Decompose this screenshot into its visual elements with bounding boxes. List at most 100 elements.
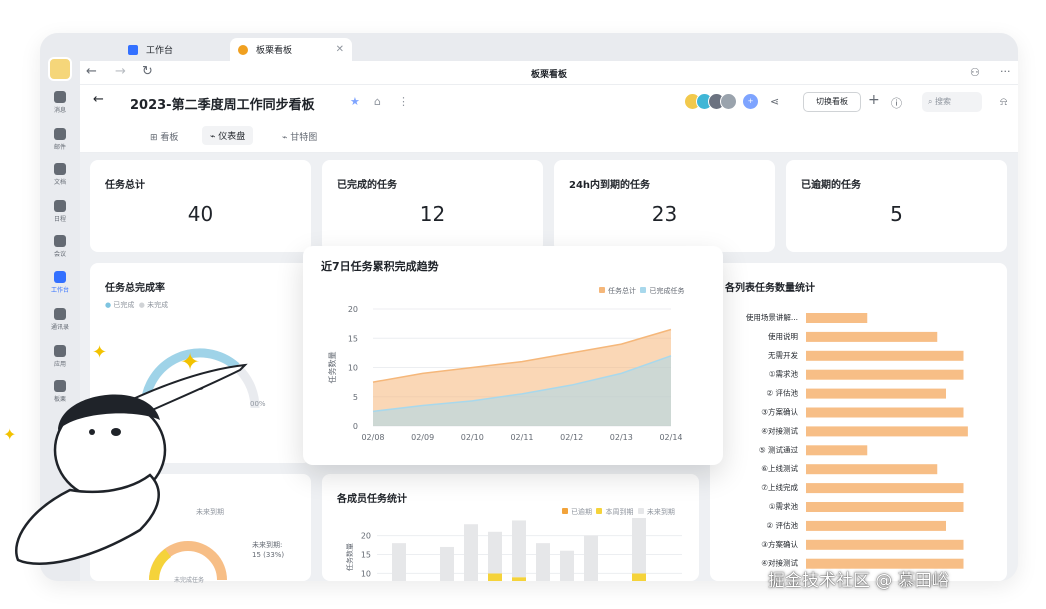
search-input[interactable]: ⌕ 搜索 [922, 92, 982, 112]
bar[interactable] [806, 369, 964, 380]
bar-segment[interactable] [584, 535, 598, 581]
add-member-icon[interactable]: ⚇ [970, 66, 980, 79]
bar-segment[interactable] [512, 577, 526, 581]
bar[interactable] [806, 539, 964, 550]
tab-label: 工作台 [146, 46, 174, 56]
legend-swatch [599, 287, 605, 293]
bar[interactable] [806, 502, 964, 512]
legend-swatch [637, 508, 644, 514]
bar-segment[interactable] [464, 524, 478, 581]
legend-undone: 未完成 [147, 301, 169, 309]
tab-kanban-view[interactable]: ⊞ 看板 [150, 130, 178, 143]
legend-done: 已完成 [113, 301, 135, 309]
bar-segment[interactable] [392, 543, 406, 581]
legend-total: 任务总计 [608, 287, 636, 295]
kpi-value: 5 [890, 202, 903, 226]
rail-item[interactable]: 通讯录 [40, 308, 80, 331]
bar[interactable] [806, 388, 946, 399]
card-title: 各成员任务统计 [337, 494, 407, 505]
bar-label: ③方案确认 [761, 539, 798, 549]
bar-segment[interactable] [560, 550, 574, 581]
view-tabs: ⊞ 看板 ⌁ 仪表盘 ⌁ 甘特图 [80, 119, 1018, 153]
page-title: 2023-第二季度周工作同步看板 [130, 98, 315, 113]
bar[interactable] [806, 407, 964, 418]
column-stats-card: 各列表任务数量统计 使用场景讲解... 使用说明 无需开发 ①需求池 ② 评估池 ③方案确… [710, 263, 1007, 581]
bar-label: ② 评估池 [766, 388, 798, 398]
tab-dashboard[interactable]: ⌁ 仪表盘 [202, 126, 254, 145]
rail-item[interactable]: 日程 [40, 200, 80, 223]
bar-segment[interactable] [488, 531, 502, 574]
member-stats-chart: 10 15 20 任务数量 [345, 518, 682, 581]
bar-segment[interactable] [632, 518, 646, 574]
bar-label: ①需求池 [769, 501, 799, 511]
bar-segment[interactable] [440, 546, 454, 581]
member-stats-card: 各成员任务统计 已逾期 本周到期 未来到期 10 15 20 任务数量 [322, 474, 699, 581]
cartoon-nose [111, 428, 121, 436]
browser-tabs: 工作台 板栗看板 ✕ [80, 33, 1018, 61]
y-tick-label: 20 [361, 532, 371, 541]
share-icon[interactable]: ⋖ [770, 95, 779, 108]
trend-legend: 任务总计 已完成任务 [599, 286, 684, 296]
bar-segment[interactable] [632, 573, 646, 581]
kpi-label: 已逾期的任务 [801, 180, 861, 191]
bar[interactable] [806, 313, 868, 323]
bar-segment[interactable] [536, 543, 550, 581]
tab-label: 板栗看板 [256, 46, 293, 56]
more-icon[interactable]: ··· [1000, 65, 1011, 78]
tab-kanban[interactable]: 板栗看板 ✕ [230, 38, 352, 61]
bar[interactable] [806, 520, 946, 531]
plus-icon[interactable]: + [868, 92, 880, 108]
rail-item[interactable]: 文档 [40, 163, 80, 186]
star-icon[interactable]: ★ [350, 95, 360, 108]
lock-icon[interactable]: ⌂ [374, 95, 381, 108]
bar-segment[interactable] [512, 520, 526, 578]
window-title: 板栗看板 [530, 70, 567, 80]
card-title: 近7日任务累积完成趋势 [321, 260, 439, 273]
bar-label: ② 评估池 [766, 520, 798, 530]
bar-label: ④对接测试 [761, 425, 798, 435]
y-axis-label: 任务数量 [327, 352, 337, 384]
add-member-button[interactable]: + [742, 93, 759, 110]
rail-item[interactable]: 消息 [40, 91, 80, 114]
bell-icon[interactable]: ⍾ [1000, 95, 1007, 109]
rail-label: 工作台 [50, 287, 69, 294]
x-tick-label: 02/13 [610, 433, 633, 442]
rail-item[interactable]: 工作台 [40, 271, 80, 294]
card-title: 各列表任务数量统计 [725, 283, 815, 294]
kpi-card-completed: 已完成的任务 12 [322, 160, 543, 252]
legend-this-week: 本周到期 [605, 508, 634, 516]
rail-label: 文档 [53, 179, 66, 186]
rail-item[interactable]: 邮件 [40, 128, 80, 151]
rail-label: 会议 [53, 251, 66, 258]
tab-workbench[interactable]: 工作台 [120, 38, 181, 61]
bar[interactable] [806, 331, 938, 342]
bar-segment[interactable] [488, 573, 502, 581]
x-tick-label: 02/11 [510, 433, 533, 442]
close-icon[interactable]: ✕ [336, 44, 344, 55]
bar-label: ①需求池 [769, 369, 799, 379]
bar[interactable] [806, 445, 868, 456]
user-avatar[interactable] [48, 57, 72, 81]
bar-label: 使用场景讲解... [746, 312, 798, 322]
sparkle-icon: ✦ [180, 348, 200, 376]
rail-icon [54, 91, 66, 103]
legend-swatch [562, 508, 568, 514]
kpi-label: 已完成的任务 [337, 180, 397, 191]
back-icon[interactable]: ← [93, 92, 104, 107]
tab-gantt[interactable]: ⌁ 甘特图 [282, 130, 317, 143]
nav-bar: ← → ↻ 板栗看板 ⚇ ··· [80, 61, 1018, 85]
rail-label: 消息 [53, 107, 66, 114]
rail-icon [54, 308, 66, 320]
bar[interactable] [806, 350, 964, 361]
bar[interactable] [806, 464, 938, 475]
board-header: ← 2023-第二季度周工作同步看板 ★ ⌂ ⋮ + ⋖ 切换看板 + ⓘ ⌕ … [80, 85, 1018, 119]
bar[interactable] [806, 426, 968, 437]
switch-board-button[interactable]: 切换看板 [803, 92, 861, 112]
rail-item[interactable]: 会议 [40, 235, 80, 258]
rail-label: 邮件 [53, 144, 66, 151]
legend-overdue: 已逾期 [571, 508, 592, 516]
bar[interactable] [806, 483, 964, 494]
rail-icon [54, 271, 66, 283]
help-icon[interactable]: ⓘ [891, 95, 902, 111]
more-vertical-icon[interactable]: ⋮ [398, 95, 409, 108]
